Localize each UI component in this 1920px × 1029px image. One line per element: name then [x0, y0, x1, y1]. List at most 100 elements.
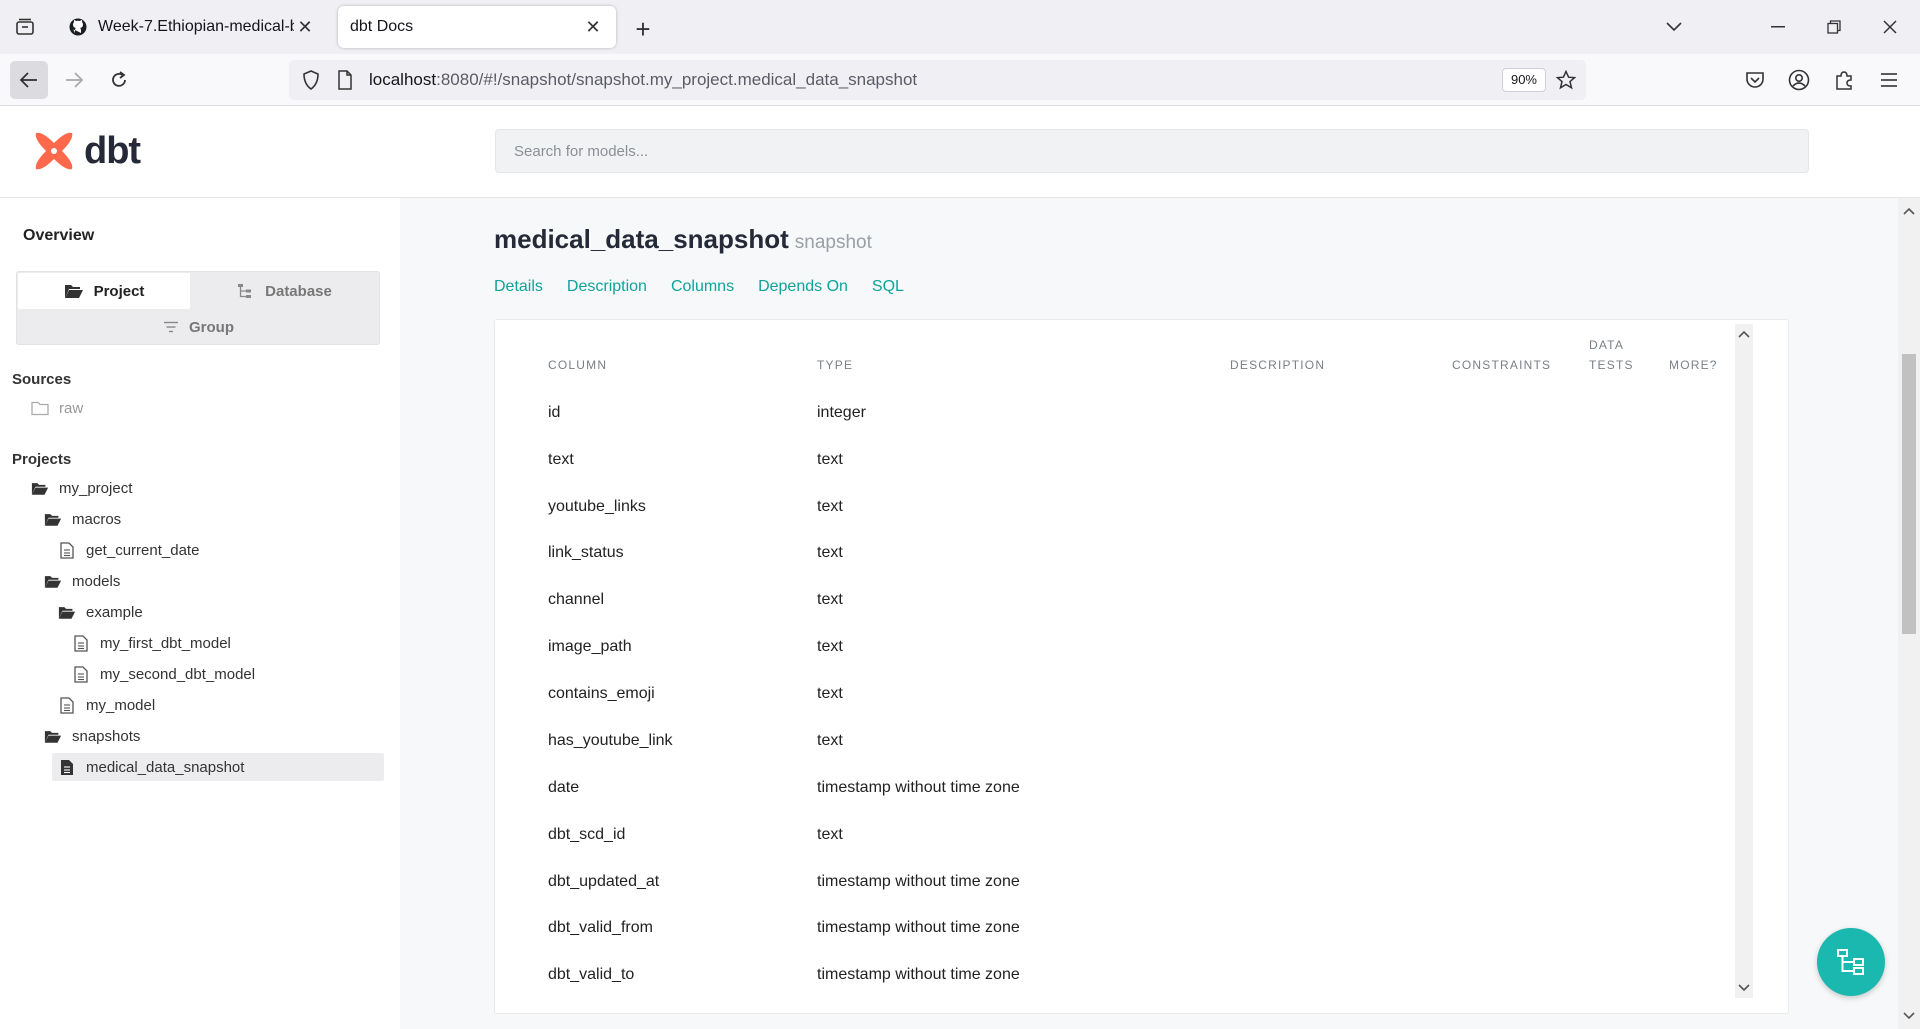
resource-type: snapshot: [794, 232, 872, 253]
sources-heading: Sources: [12, 371, 72, 388]
logo-text: dbt: [84, 129, 141, 172]
table-row[interactable]: dbt_valid_from timestamp without time zo…: [495, 905, 1735, 952]
close-tab-icon[interactable]: ✕: [582, 16, 604, 38]
reload-button[interactable]: [100, 61, 138, 99]
column-name: dbt_scd_id: [548, 826, 626, 843]
tab-group[interactable]: Group: [18, 309, 379, 345]
table-scrollbar[interactable]: [1735, 324, 1753, 998]
view-switcher: Project Database Group: [16, 271, 380, 345]
lineage-graph-button[interactable]: [1817, 928, 1885, 996]
resource-name: medical_data_snapshot: [494, 224, 789, 254]
forward-button[interactable]: [55, 61, 93, 99]
bookmark-star-icon[interactable]: [1554, 68, 1578, 92]
minimize-icon[interactable]: [1760, 10, 1796, 44]
file-icon: [72, 634, 90, 652]
table-row[interactable]: dbt_valid_to timestamp without time zone: [495, 952, 1735, 999]
search-models[interactable]: [495, 129, 1809, 173]
header-description: DESCRIPTION: [1230, 358, 1326, 372]
tab-sql[interactable]: SQL: [872, 278, 904, 296]
column-type: text: [817, 498, 843, 515]
header-type: TYPE: [817, 358, 854, 372]
browser-tab-github[interactable]: Week-7.Ethiopian-medical-busi ✕: [56, 6, 328, 48]
restore-icon[interactable]: [1816, 10, 1852, 44]
search-input[interactable]: [496, 130, 1808, 172]
new-tab-button[interactable]: +: [628, 14, 658, 44]
table-row[interactable]: text text: [495, 437, 1735, 484]
list-all-tabs-icon[interactable]: [1656, 10, 1692, 44]
tree-file-my-model[interactable]: my_model: [58, 691, 155, 719]
tab-list-icon[interactable]: [10, 12, 40, 42]
scroll-up-icon[interactable]: [1903, 202, 1915, 220]
tab-project-label: Project: [93, 282, 145, 300]
source-item-raw[interactable]: raw: [31, 394, 83, 422]
extensions-icon[interactable]: [1831, 67, 1857, 93]
folder-open-icon: [58, 603, 76, 621]
tree-file-my-second-dbt-model[interactable]: my_second_dbt_model: [72, 660, 255, 688]
url-text: localhost:8080/#!/snapshot/snapshot.my_p…: [369, 70, 917, 90]
projects-heading: Projects: [12, 451, 72, 468]
scrollbar-thumb[interactable]: [1902, 354, 1916, 634]
tree-label: my_second_dbt_model: [100, 665, 256, 683]
tree-label: my_first_dbt_model: [100, 634, 231, 652]
table-row[interactable]: dbt_scd_id text: [495, 812, 1735, 859]
tree-file-get-current-date[interactable]: get_current_date: [58, 536, 199, 564]
section-tabs: Details Description Columns Depends On S…: [494, 278, 904, 296]
tree-folder-models[interactable]: models: [44, 567, 120, 595]
table-row[interactable]: has_youtube_link text: [495, 718, 1735, 765]
header-more: MORE?: [1669, 358, 1718, 372]
column-name: id: [548, 404, 561, 421]
tree-label: get_current_date: [86, 541, 200, 559]
browser-tab-strip: Week-7.Ethiopian-medical-busi ✕ dbt Docs…: [0, 0, 1920, 54]
table-row[interactable]: link_status text: [495, 530, 1735, 577]
dbt-logo[interactable]: dbt: [32, 129, 141, 173]
page-scrollbar[interactable]: [1898, 198, 1920, 1029]
menu-icon[interactable]: [1876, 67, 1902, 93]
tree-folder-example[interactable]: example: [58, 598, 143, 626]
column-type: timestamp without time zone: [817, 779, 1020, 796]
shield-icon[interactable]: [299, 68, 323, 92]
tab-columns[interactable]: Columns: [671, 278, 734, 296]
table-row[interactable]: youtube_links text: [495, 484, 1735, 531]
scroll-down-icon[interactable]: [1738, 982, 1750, 994]
back-button[interactable]: [10, 61, 48, 99]
file-icon: [58, 541, 76, 559]
close-window-icon[interactable]: [1872, 10, 1908, 44]
tree-file-my-first-dbt-model[interactable]: my_first_dbt_model: [72, 629, 231, 657]
folder-icon: [31, 399, 49, 417]
tree-file-medical-data-snapshot[interactable]: medical_data_snapshot: [52, 753, 384, 781]
header-column: COLUMN: [548, 358, 608, 372]
close-tab-icon[interactable]: ✕: [294, 16, 316, 38]
overview-link[interactable]: Overview: [23, 227, 94, 245]
page-info-icon[interactable]: [333, 68, 357, 92]
tab-database[interactable]: Database: [190, 273, 379, 309]
tab-details[interactable]: Details: [494, 278, 543, 296]
tab-depends-on[interactable]: Depends On: [758, 278, 848, 296]
tree-folder-snapshots[interactable]: snapshots: [44, 722, 140, 750]
table-row[interactable]: id integer: [495, 390, 1735, 437]
column-name: dbt_updated_at: [548, 873, 660, 890]
zoom-level-badge[interactable]: 90%: [1501, 68, 1546, 92]
browser-tab-dbt-docs[interactable]: dbt Docs ✕: [338, 6, 616, 48]
file-icon: [58, 696, 76, 714]
table-row[interactable]: channel text: [495, 577, 1735, 624]
column-type: integer: [817, 404, 866, 421]
tree-folder-my-project[interactable]: my_project: [31, 474, 132, 502]
table-row[interactable]: date timestamp without time zone: [495, 765, 1735, 812]
column-type: text: [817, 732, 843, 749]
page-title: medical_data_snapshot snapshot: [494, 224, 872, 255]
pocket-icon[interactable]: [1742, 67, 1768, 93]
url-path: :8080/#!/snapshot/snapshot.my_project.me…: [436, 70, 918, 89]
table-row[interactable]: dbt_updated_at timestamp without time zo…: [495, 859, 1735, 906]
tab-description[interactable]: Description: [567, 278, 647, 296]
tree-folder-macros[interactable]: macros: [44, 505, 121, 533]
folder-open-icon: [44, 510, 62, 528]
scroll-up-icon[interactable]: [1738, 328, 1750, 340]
tab-project[interactable]: Project: [18, 273, 190, 309]
table-row[interactable]: contains_emoji text: [495, 671, 1735, 718]
address-bar[interactable]: localhost:8080/#!/snapshot/snapshot.my_p…: [289, 60, 1586, 100]
account-icon[interactable]: [1786, 67, 1812, 93]
column-name: text: [548, 451, 574, 468]
scroll-down-icon[interactable]: [1903, 1007, 1915, 1025]
folder-open-icon: [31, 479, 49, 497]
table-row[interactable]: image_path text: [495, 624, 1735, 671]
